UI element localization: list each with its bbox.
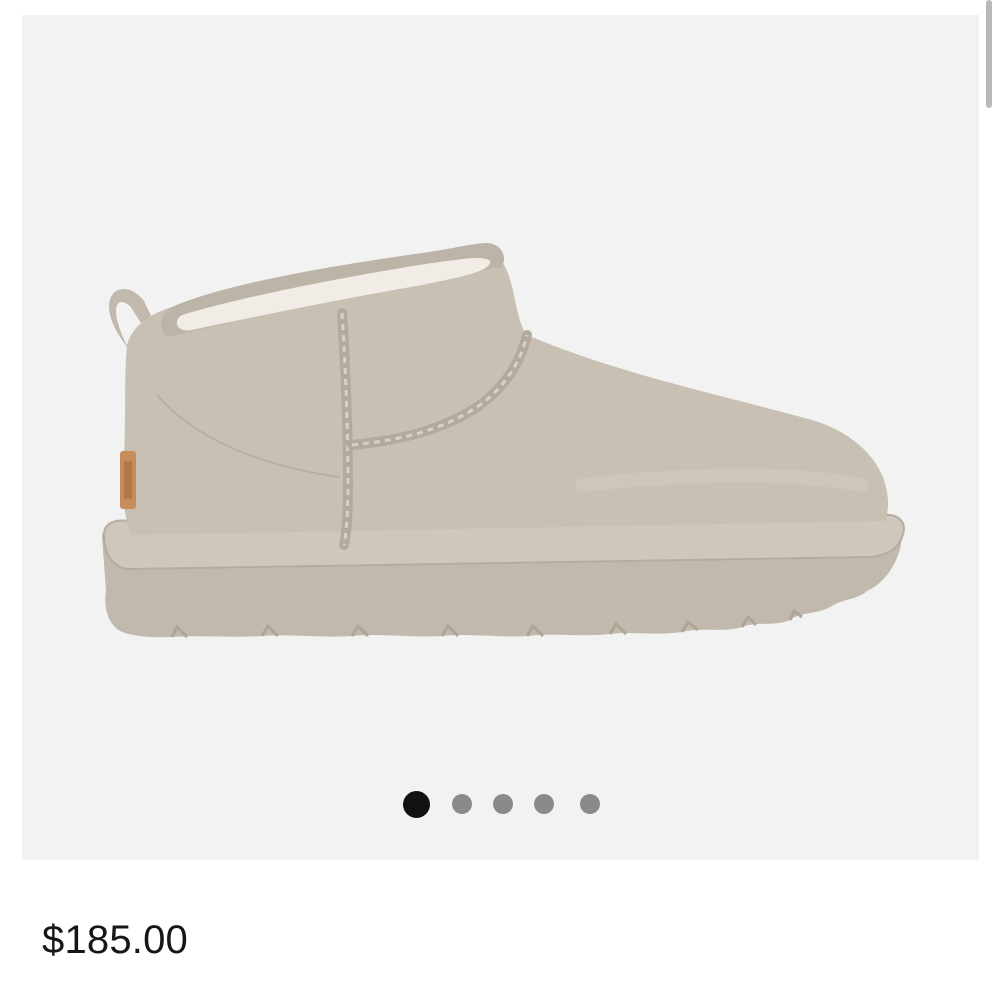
- pagination-dot-1[interactable]: [403, 791, 430, 818]
- product-image-gallery[interactable]: [22, 15, 979, 860]
- pagination-dot-3[interactable]: [493, 794, 513, 814]
- product-price: $185.00: [42, 918, 188, 962]
- pagination-dot-5[interactable]: [580, 794, 600, 814]
- product-page: $185.00: [0, 0, 1000, 1000]
- product-image[interactable]: [22, 15, 979, 860]
- pagination-dot-2[interactable]: [452, 794, 472, 814]
- pagination-dot-4[interactable]: [534, 794, 554, 814]
- ankle-boot-image: [102, 243, 905, 639]
- vertical-scrollbar[interactable]: [986, 0, 992, 108]
- image-pagination-dots: [22, 789, 979, 818]
